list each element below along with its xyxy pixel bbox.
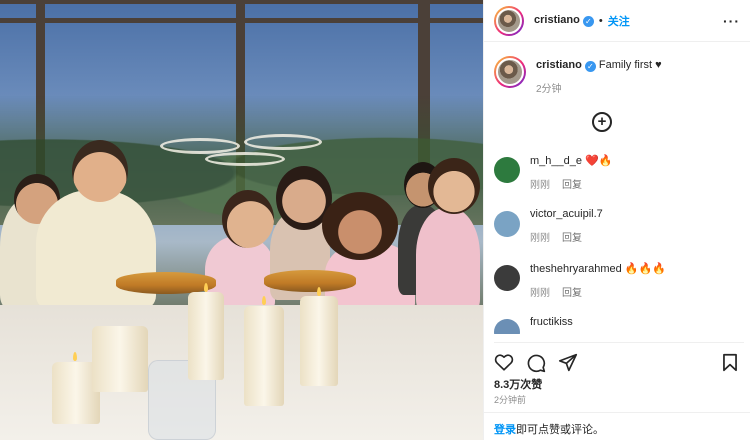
candle-flame — [73, 352, 77, 361]
girl-pink-head — [222, 190, 274, 248]
author-avatar[interactable] — [494, 5, 524, 36]
comment-username[interactable]: m_h__d_e — [530, 155, 582, 167]
toddler — [416, 208, 480, 312]
bookmark-icon[interactable] — [722, 353, 738, 372]
comment-avatar[interactable] — [494, 211, 520, 237]
heart-icon[interactable] — [494, 353, 514, 371]
follow-button[interactable]: 关注 — [608, 13, 630, 29]
comment-avatar[interactable] — [494, 157, 520, 183]
toddler-head — [428, 158, 480, 214]
comment-icon[interactable] — [526, 353, 546, 373]
boy-head — [72, 140, 128, 202]
posted-time[interactable]: 2分钟前 — [494, 393, 526, 406]
comment-avatar[interactable] — [494, 319, 520, 334]
caption-text: Family first — [598, 59, 653, 71]
caption-avatar[interactable] — [494, 56, 526, 88]
comments-list: m_h__d_e ❤️🔥 刚刚 回复 victor_acuipil.7 刚刚 回复 … — [494, 154, 744, 334]
more-options-icon[interactable]: ··· — [723, 13, 740, 29]
caption: cristiano ✓ Family first ♥ 2分钟 — [494, 56, 662, 95]
girl-curly-head — [322, 190, 398, 260]
candle-flame — [204, 283, 208, 292]
candle — [188, 292, 224, 380]
cake — [116, 272, 216, 294]
login-link[interactable]: 登录 — [494, 424, 516, 436]
reply-button[interactable]: 回复 — [562, 180, 582, 191]
comment-time: 刚刚 — [530, 288, 550, 299]
comment-username[interactable]: fructikiss — [530, 316, 573, 328]
instagram-post: cristiano ✓ • 关注 ··· cristiano ✓ Family fi… — [0, 0, 750, 440]
comment-item: victor_acuipil.7 刚刚 回复 — [494, 208, 744, 262]
candle — [92, 326, 148, 392]
verified-badge-icon: ✓ — [584, 61, 596, 72]
candle-flame — [317, 287, 321, 296]
post-side-panel: cristiano ✓ • 关注 ··· cristiano ✓ Family fi… — [483, 0, 750, 440]
reply-button[interactable]: 回复 — [562, 288, 582, 299]
ceiling-lamp — [205, 152, 285, 166]
reply-button[interactable]: 回复 — [562, 233, 582, 244]
action-bar — [494, 342, 744, 373]
comment-item: theshehryarahmed 🔥🔥🔥 刚刚 回复 — [494, 262, 744, 316]
author-username-wrap: cristiano ✓ — [534, 14, 594, 27]
caption-time: 2分钟 — [536, 84, 562, 95]
window-transom — [0, 18, 483, 23]
comment-time: 刚刚 — [530, 180, 550, 191]
post-header: cristiano ✓ • 关注 ··· — [484, 0, 750, 42]
candle — [300, 296, 338, 386]
author-username[interactable]: cristiano — [534, 14, 580, 26]
comment-username[interactable]: theshehryarahmed — [530, 263, 622, 275]
login-prompt: 登录即可点赞或评论。 — [484, 412, 750, 440]
separator-dot: • — [598, 14, 603, 27]
login-prompt-text: 即可点赞或评论。 — [516, 424, 604, 436]
comment-time: 刚刚 — [530, 233, 550, 244]
send-icon[interactable] — [558, 353, 578, 372]
comment-username[interactable]: victor_acuipil.7 — [530, 208, 603, 220]
candle — [244, 306, 284, 406]
load-more-comments-icon[interactable]: + — [592, 112, 612, 132]
cake — [264, 270, 356, 292]
comment-avatar[interactable] — [494, 265, 520, 291]
caption-username[interactable]: cristiano — [536, 59, 582, 71]
caption-heart-emoji: ♥ — [655, 59, 662, 71]
likes-count[interactable]: 8.3万次赞 — [494, 376, 542, 392]
post-photo[interactable] — [0, 0, 483, 440]
comment-item: fructikiss — [494, 316, 744, 334]
comment-text: 🔥🔥🔥 — [624, 263, 666, 275]
candle-flame — [262, 296, 266, 305]
comment-text: ❤️🔥 — [585, 155, 613, 167]
comment-item: m_h__d_e ❤️🔥 刚刚 回复 — [494, 154, 744, 208]
verified-badge-icon: ✓ — [582, 16, 594, 27]
ceiling-lamp — [244, 134, 322, 150]
